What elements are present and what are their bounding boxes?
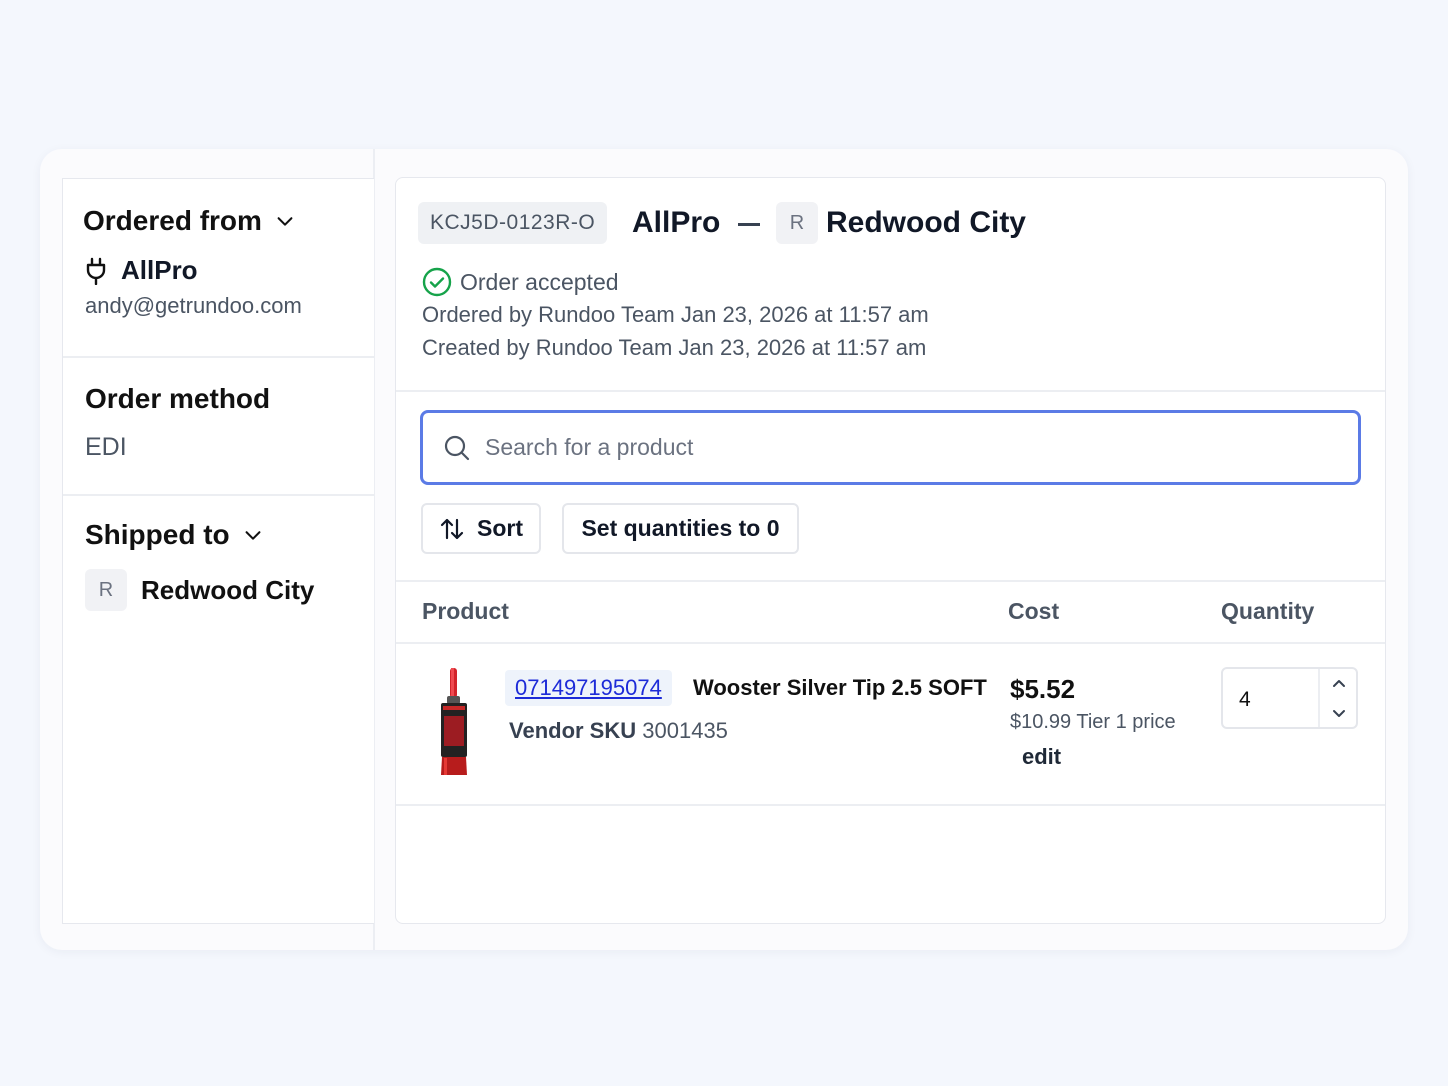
set-zero-label: Set quantities to 0 (581, 515, 780, 541)
order-sidebar: Ordered from AllPro andy@getrundoo.com O… (62, 178, 375, 924)
search-icon (444, 435, 470, 460)
sort-label: Sort (477, 515, 523, 541)
created-by-text: Created by Rundoo Team Jan 23, 2026 at 1… (422, 335, 927, 360)
ordered-by-text: Ordered by Rundoo Team Jan 23, 2026 at 1… (422, 302, 929, 327)
ordered-from-toggle[interactable]: Ordered from (83, 205, 296, 237)
shipped-to-heading: Shipped to (85, 519, 230, 550)
chevron-down-icon (245, 531, 261, 540)
store-name: Redwood City (141, 574, 315, 605)
sort-arrows-icon (440, 518, 464, 539)
set-quantities-zero-button[interactable]: Set quantities to 0 (562, 503, 799, 554)
header-store: Redwood City (826, 206, 1026, 239)
divider (396, 580, 1385, 582)
stepper-divider (1318, 669, 1320, 727)
vendor-sku-value: 3001435 (642, 718, 728, 743)
order-detail-panel: KCJ5D-0123R-O AllPro R Redwood City Orde… (395, 177, 1386, 924)
order-id-badge: KCJ5D-0123R-O (418, 202, 608, 244)
quantity-value[interactable]: 4 (1239, 688, 1251, 712)
chevron-down-icon (277, 217, 293, 226)
status-text: Order accepted (460, 268, 619, 295)
tier-price: $10.99 Tier 1 price (1010, 711, 1176, 733)
chevron-down-icon (1332, 709, 1345, 717)
header-store-avatar: R (776, 202, 818, 244)
product-image (441, 668, 467, 775)
order-method-section (63, 358, 375, 496)
divider (396, 804, 1385, 806)
edit-cost-button[interactable]: edit (1022, 744, 1061, 770)
col-header-product: Product (422, 598, 509, 624)
quantity-increment[interactable] (1321, 669, 1356, 698)
product-cost: $5.52 (1010, 674, 1076, 704)
search-input[interactable] (485, 434, 1305, 461)
sort-button[interactable]: Sort (421, 503, 541, 554)
ordered-from-heading: Ordered from (83, 205, 262, 236)
vendor-name: AllPro (121, 255, 198, 285)
product-upc-link[interactable]: 071497195074 (505, 670, 672, 706)
product-search[interactable] (420, 410, 1361, 485)
header-vendor: AllPro (632, 206, 721, 239)
quantity-stepper[interactable]: 4 (1221, 667, 1358, 729)
divider (396, 390, 1385, 392)
plug-icon (86, 257, 106, 285)
product-name: Wooster Silver Tip 2.5 SOFT (693, 675, 987, 700)
vendor-email: andy@getrundoo.com (85, 293, 302, 318)
check-circle-icon (422, 267, 452, 297)
vendor-row: AllPro (85, 255, 198, 286)
chevron-up-icon (1332, 679, 1345, 687)
order-status: Order accepted (422, 267, 619, 297)
col-header-quantity: Quantity (1221, 598, 1315, 624)
quantity-decrement[interactable] (1321, 698, 1356, 727)
order-method-value: EDI (85, 433, 127, 461)
header-dash (738, 223, 760, 226)
vendor-sku-label: Vendor SKU (509, 718, 637, 743)
order-method-heading: Order method (85, 383, 271, 414)
divider (396, 642, 1385, 644)
store-avatar: R (85, 569, 127, 611)
shipped-to-toggle[interactable]: Shipped to (85, 519, 264, 551)
vendor-sku: Vendor SKU 3001435 (509, 718, 728, 744)
shipped-to-store: R Redwood City (85, 569, 314, 611)
col-header-cost: Cost (1008, 598, 1060, 624)
